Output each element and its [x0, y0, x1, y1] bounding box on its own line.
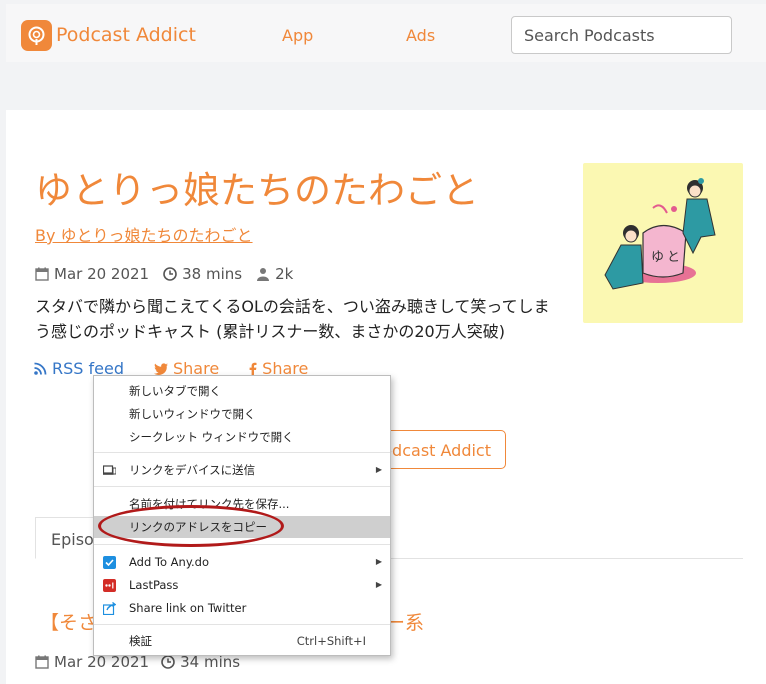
nav-app-link[interactable]: App: [282, 26, 313, 45]
menu-save-link-as[interactable]: 名前を付けてリンク先を保存...: [94, 493, 390, 515]
submenu-arrow-icon: ▶: [375, 557, 382, 566]
clock-icon: [163, 267, 177, 281]
podcast-meta: Mar 20 2021 38 mins 2k: [35, 265, 307, 283]
podcast-listeners: 2k: [275, 265, 294, 283]
menu-send-to-devices[interactable]: リンクをデバイスに送信 ▶: [94, 459, 390, 481]
inspect-shortcut: Ctrl+Shift+I: [296, 634, 366, 648]
episode-title-tail[interactable]: ー系: [386, 608, 424, 635]
menu-inspect[interactable]: 検証 Ctrl+Shift+I: [94, 630, 390, 652]
menu-separator: [94, 544, 390, 545]
podcast-title: ゆとりっ娘たちのたわごと: [35, 169, 479, 212]
clock-icon: [161, 655, 175, 669]
top-header: Podcast Addict App Ads: [6, 4, 766, 62]
menu-open-incognito[interactable]: シークレット ウィンドウで開く: [94, 426, 390, 448]
search-input[interactable]: [511, 16, 732, 54]
podcast-artwork[interactable]: ゆ と: [583, 163, 743, 323]
svg-text:ゆ: ゆ: [651, 250, 664, 265]
menu-separator: [94, 486, 390, 487]
podcast-description: スタバで隣から聞こえてくるOLの会話を、つい盗み聴きして笑ってしまう感じのポッド…: [35, 297, 550, 341]
menu-copy-link-address[interactable]: リンクのアドレスをコピー: [94, 516, 390, 538]
submenu-arrow-icon: ▶: [375, 580, 382, 589]
menu-open-new-tab[interactable]: 新しいタブで開く: [94, 380, 390, 402]
context-menu: 新しいタブで開く 新しいウィンドウで開く シークレット ウィンドウで開く リンク…: [93, 375, 391, 656]
podcast-author-link[interactable]: By ゆとりっ娘たちのたわごと: [35, 222, 253, 246]
lastpass-icon: [103, 579, 116, 592]
menu-separator: [94, 624, 390, 625]
podcast-addict-logo-icon[interactable]: [21, 20, 52, 51]
svg-text:と: と: [667, 250, 680, 265]
podcast-duration: 38 mins: [182, 265, 243, 283]
nav-ads-link[interactable]: Ads: [406, 26, 435, 45]
calendar-icon: [35, 267, 49, 281]
menu-open-new-window[interactable]: 新しいウィンドウで開く: [94, 403, 390, 425]
twitter-icon: [154, 362, 168, 375]
menu-add-to-anydo[interactable]: Add To Any.do ▶: [94, 551, 390, 573]
podcast-date: Mar 20 2021: [54, 265, 150, 283]
user-icon: [257, 268, 270, 281]
device-icon: [103, 465, 116, 475]
menu-separator: [94, 452, 390, 453]
open-button-label: odcast Addict: [382, 441, 491, 460]
share-icon: [103, 602, 116, 615]
anydo-icon: [103, 556, 116, 569]
menu-lastpass[interactable]: LastPass ▶: [94, 574, 390, 596]
brand-name[interactable]: Podcast Addict: [56, 24, 196, 46]
submenu-arrow-icon: ▶: [375, 465, 382, 474]
facebook-icon: [249, 362, 257, 376]
rss-icon: [34, 362, 47, 375]
calendar-icon: [35, 655, 49, 669]
episode-title-link[interactable]: 【そさ: [40, 608, 97, 635]
menu-share-link-twitter[interactable]: Share link on Twitter: [94, 597, 390, 619]
